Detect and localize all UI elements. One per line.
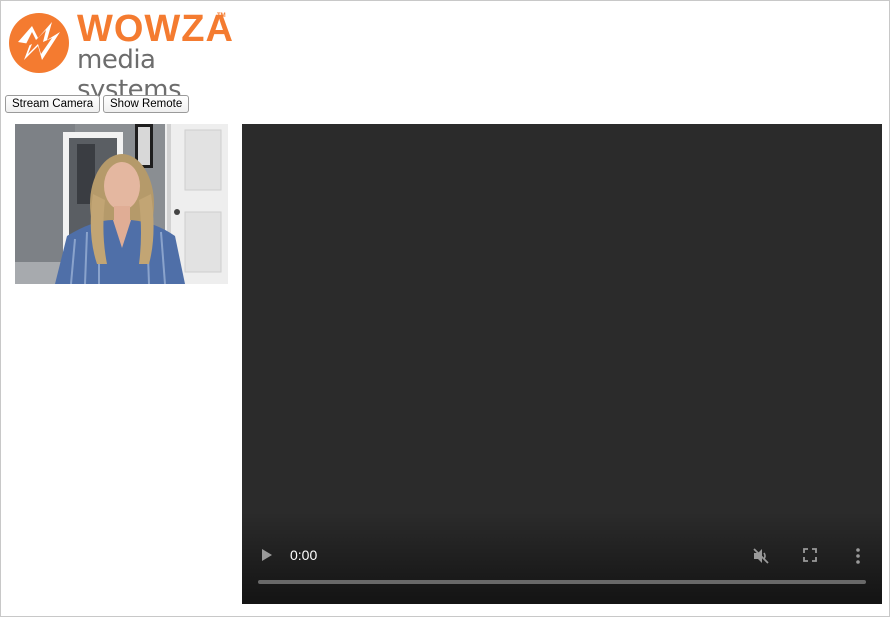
- logo-trademark: TM: [217, 13, 226, 19]
- show-remote-button[interactable]: Show Remote: [103, 95, 190, 113]
- remote-video-player[interactable]: 0:00: [242, 124, 882, 604]
- camera-feed-image: [15, 124, 228, 284]
- wowza-logo: WOWZA TM media systems: [8, 8, 233, 105]
- fullscreen-icon[interactable]: [803, 548, 817, 562]
- wowza-logo-mark-icon: [9, 13, 69, 73]
- player-controls-gradient: [242, 512, 882, 604]
- play-icon[interactable]: [260, 548, 274, 562]
- current-time: 0:00: [290, 547, 318, 563]
- muted-speaker-icon[interactable]: [752, 547, 770, 565]
- progress-bar[interactable]: [258, 580, 866, 584]
- more-options-icon[interactable]: [853, 547, 863, 565]
- stream-camera-button[interactable]: Stream Camera: [5, 95, 101, 113]
- local-camera-video[interactable]: [15, 124, 228, 284]
- page-frame: WOWZA TM media systems Stream Camera Sho…: [0, 0, 890, 617]
